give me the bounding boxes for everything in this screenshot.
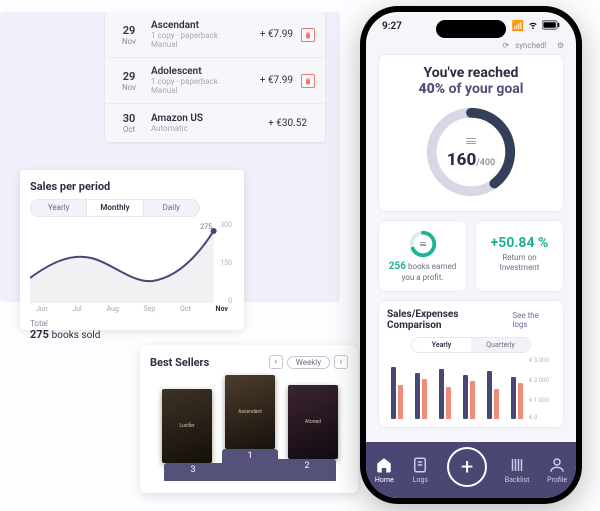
podium: Lucifer Ascendant Atoned 3 1 2 [150, 375, 348, 481]
gear-icon[interactable]: ⚙ [557, 41, 564, 50]
transaction-row[interactable]: 29Nov Adolescent1 copy · paperbackManual… [105, 58, 325, 104]
rank-pedestal: 2 [278, 459, 336, 481]
period-segmented-control[interactable]: Yearly Quarterly [411, 337, 531, 353]
signal-icon: 📶 [512, 21, 524, 32]
transactions-list: 29Nov Ascendant1 copy · paperbackManual … [105, 12, 325, 142]
delete-icon[interactable] [301, 74, 315, 88]
tx-source: Manual [151, 40, 260, 49]
rank-pedestal: 3 [164, 463, 222, 481]
chart-callout: 275 [200, 223, 212, 231]
svg-text:𝄘: 𝄘 [420, 240, 427, 249]
tx-day: 29 [123, 24, 136, 37]
status-time: 9:27 [382, 21, 402, 32]
bar-chart: € 3.000 € 2.000 € 1.000 € 0 [387, 359, 555, 419]
tab-home[interactable]: Home [375, 456, 394, 484]
tx-amount: + €7.99 [260, 29, 293, 40]
wifi-icon [527, 20, 539, 33]
goal-card: You've reached 40% of your goal 𝄘 160/40… [378, 54, 564, 212]
battery-icon [542, 20, 560, 33]
tab-monthly[interactable]: Monthly [87, 200, 143, 216]
book-cover[interactable]: Atoned [288, 385, 338, 459]
tab-daily[interactable]: Daily [144, 200, 199, 216]
books-icon: 𝄘 [466, 135, 476, 150]
see-logs-link[interactable]: See the logs [512, 311, 555, 329]
delete-icon[interactable] [301, 28, 315, 42]
goal-line1: You've reached [424, 65, 519, 81]
tx-subtitle: 1 copy · paperback [151, 31, 260, 40]
profit-card[interactable]: 𝄘 256 books earned you a profit. [378, 220, 467, 292]
card-title: Best Sellers [150, 356, 209, 369]
tab-backlist[interactable]: Backlist [505, 456, 530, 484]
tx-month: Nov [122, 37, 136, 46]
next-button[interactable]: › [334, 355, 348, 369]
period-segmented-control[interactable]: Yearly Monthly Daily [30, 199, 200, 217]
phone-mockup: 9:27 📶 ⟳ synched! ⚙ You've reached 40% o… [360, 6, 582, 504]
card-title: Sales per period [30, 180, 234, 193]
tab-yearly[interactable]: Yearly [412, 338, 471, 352]
goal-ring: 𝄘 160/400 [422, 103, 520, 201]
line-chart: 300 150 0 275 [30, 223, 234, 303]
comparison-card: Sales/Expenses Comparison See the logs Y… [378, 300, 564, 428]
card-title: Sales/Expenses Comparison [387, 309, 512, 331]
prev-button[interactable]: ‹ [269, 355, 283, 369]
best-sellers-card: Best Sellers ‹ Weekly › Lucifer Ascendan… [140, 345, 358, 493]
tab-profile[interactable]: Profile [547, 456, 567, 484]
phone-notch [436, 20, 506, 38]
roi-label: Return on Investment [484, 253, 555, 272]
total-label: Total [30, 319, 48, 328]
tab-quarterly[interactable]: Quarterly [471, 338, 530, 352]
tx-title: Ascendant [151, 20, 260, 31]
transaction-row[interactable]: 29Nov Ascendant1 copy · paperbackManual … [105, 12, 325, 58]
book-cover[interactable]: Ascendant [225, 375, 275, 449]
transaction-row[interactable]: 30Oct Amazon USAutomatic + €30.52 [105, 104, 325, 142]
sales-per-period-card: Sales per period Yearly Monthly Daily 30… [20, 170, 244, 330]
roi-card[interactable]: +50.84 % Return on Investment [475, 220, 564, 292]
sync-icon[interactable]: ⟳ [502, 41, 509, 50]
roi-value: +50.84 % [484, 235, 555, 251]
tab-bar: Home Logs + Backlist Profile [366, 442, 576, 498]
tab-logs[interactable]: Logs [411, 456, 429, 484]
rank-pedestal: 1 [222, 449, 278, 481]
book-cover[interactable]: Lucifer [162, 389, 212, 463]
period-selector[interactable]: Weekly [287, 356, 330, 369]
tab-yearly[interactable]: Yearly [31, 200, 87, 216]
sync-status: synched! [515, 41, 547, 50]
add-button[interactable]: + [447, 447, 487, 487]
